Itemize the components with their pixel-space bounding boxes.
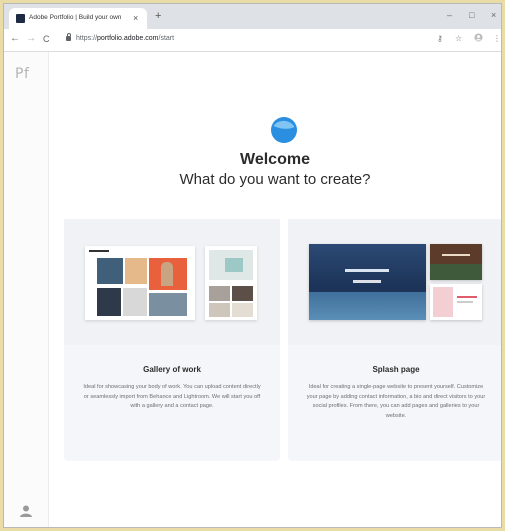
star-icon[interactable]: ☆ xyxy=(455,33,462,45)
key-icon[interactable]: ⚷ xyxy=(437,33,443,45)
url-host: portfolio.adobe.com xyxy=(97,35,159,42)
card-description: Ideal for showcasing your body of work. … xyxy=(83,384,261,409)
maximize-button[interactable]: □ xyxy=(469,9,474,21)
gallery-preview-image xyxy=(64,219,280,345)
menu-icon[interactable]: ⋮ xyxy=(493,33,501,45)
new-tab-button[interactable]: + xyxy=(155,10,161,22)
gallery-mockup-main xyxy=(85,246,195,320)
tab-strip: Adobe Portfolio | Build your own × + – □… xyxy=(4,4,501,29)
forward-button[interactable]: → xyxy=(26,33,36,45)
card-title: Splash page xyxy=(372,365,420,374)
tab-title: Adobe Portfolio | Build your own xyxy=(29,14,122,21)
gallery-of-work-card[interactable]: Gallery of work Ideal for showcasing you… xyxy=(64,219,280,461)
user-profile-icon[interactable] xyxy=(19,504,33,518)
back-button[interactable]: ← xyxy=(10,33,20,45)
card-title: Gallery of work xyxy=(143,365,201,374)
close-window-button[interactable]: × xyxy=(491,9,496,21)
tab-close-icon[interactable]: × xyxy=(133,12,138,24)
splash-mockup-main xyxy=(309,244,426,320)
page-title: Welcome xyxy=(240,151,310,168)
main-content: Welcome What do you want to create? Gall… xyxy=(49,52,501,527)
portfolio-logo[interactable]: Pf xyxy=(15,66,29,82)
browser-window: Adobe Portfolio | Build your own × + – □… xyxy=(3,3,502,528)
splash-mockup-light xyxy=(430,284,482,320)
splash-preview-image xyxy=(288,219,501,345)
lock-icon[interactable] xyxy=(66,33,71,41)
page-subtitle: What do you want to create? xyxy=(179,171,371,188)
splash-page-card[interactable]: Splash page Ideal for creating a single-… xyxy=(288,219,501,461)
url-path: /start xyxy=(158,35,175,42)
adobe-portfolio-favicon-icon xyxy=(16,14,25,23)
gallery-mockup-secondary xyxy=(205,246,257,320)
browser-toolbar: ← → C https://portfolio.adobe.com/start … xyxy=(4,29,501,52)
splash-mockup-dark xyxy=(430,244,482,280)
sidebar: Pf xyxy=(4,52,49,527)
reload-button[interactable]: C xyxy=(43,33,50,45)
url-scheme: https:// xyxy=(76,35,98,42)
browser-tab[interactable]: Adobe Portfolio | Build your own × xyxy=(9,8,147,29)
address-bar[interactable]: https://portfolio.adobe.com/start xyxy=(76,34,174,44)
minimize-button[interactable]: – xyxy=(447,9,452,21)
account-icon[interactable] xyxy=(474,33,483,46)
card-description: Ideal for creating a single-page website… xyxy=(306,384,486,419)
adobe-portfolio-brand-icon xyxy=(271,117,297,143)
